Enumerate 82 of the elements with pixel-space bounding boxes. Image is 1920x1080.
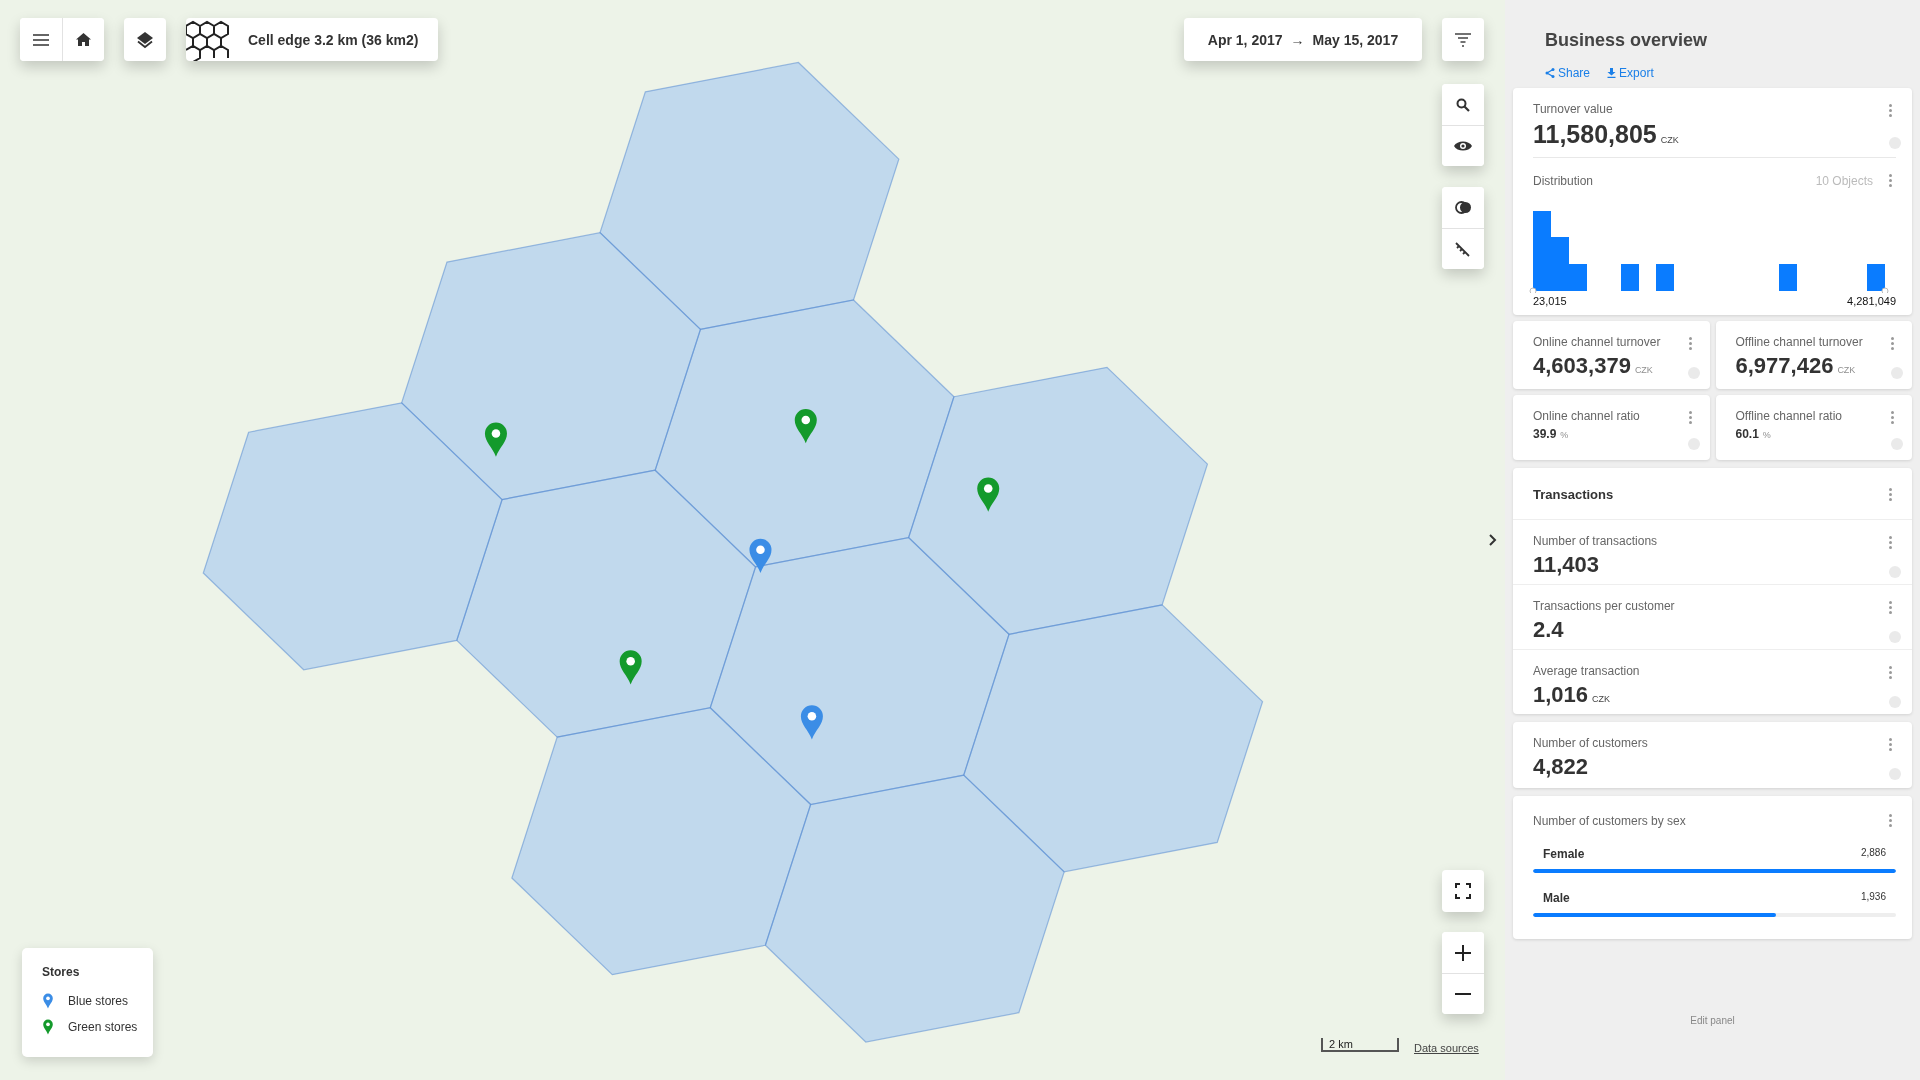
metric-value: 4,603,379 <box>1533 353 1631 379</box>
menu-button[interactable] <box>20 18 62 61</box>
layers-icon <box>136 30 154 49</box>
range-handle[interactable] <box>1881 287 1889 293</box>
group-label: Male <box>1543 891 1570 905</box>
metric-label: Online channel ratio <box>1533 409 1640 423</box>
unit-label: % <box>1560 430 1569 440</box>
plus-icon <box>1455 944 1471 961</box>
search-button[interactable] <box>1442 84 1484 125</box>
layers-button[interactable] <box>124 18 166 61</box>
minus-icon <box>1455 992 1471 996</box>
metric-label: Number of customers by sex <box>1533 813 1687 828</box>
chevron-right-icon <box>1489 534 1497 546</box>
metric-label: Online channel turnover <box>1533 335 1661 349</box>
ruler-button[interactable] <box>1442 228 1484 269</box>
menu-icon <box>33 33 49 46</box>
search-icon <box>1456 97 1470 112</box>
data-sources-link[interactable]: Data sources <box>1414 1042 1479 1054</box>
metric-label: Transactions per customer <box>1533 599 1675 613</box>
panel-title: Business overview <box>1545 30 1709 51</box>
fullscreen-icon <box>1455 883 1471 899</box>
metric-value: 11,580,805 <box>1533 120 1657 149</box>
metric-label: Average transaction <box>1533 664 1640 678</box>
map-pin-icon[interactable] <box>484 422 507 457</box>
metric-value: 11,403 <box>1533 552 1600 578</box>
legend-label: Green stores <box>68 1020 138 1034</box>
section-title: Transactions <box>1533 487 1614 502</box>
range-max-label: 4,281,049 <box>1847 295 1896 307</box>
cell-size-panel[interactable]: Cell edge 3.2 km (36 km2) <box>186 18 439 61</box>
share-icon <box>1545 68 1555 78</box>
export-link[interactable]: Export <box>1607 66 1654 80</box>
metric-label: Offline channel ratio <box>1735 409 1842 423</box>
metric-value: 6,977,426 <box>1735 353 1834 379</box>
home-button[interactable] <box>62 18 104 61</box>
unit-label: CZK <box>1660 135 1679 145</box>
metric-label: Turnover value <box>1533 102 1614 116</box>
date-range-button[interactable]: Apr 1, 2017 → May 15, 2017 <box>1184 18 1422 61</box>
zoom-in-button[interactable] <box>1442 932 1484 973</box>
map-pin-icon[interactable] <box>749 538 772 574</box>
metric-value: 60.1 <box>1735 427 1759 441</box>
eye-icon <box>1454 140 1472 152</box>
metric-value: 1,016 <box>1533 682 1589 708</box>
legend-label: Blue stores <box>68 994 129 1008</box>
group-label: Female <box>1543 847 1585 861</box>
object-count: 10 Objects <box>1815 173 1873 188</box>
eye-button[interactable] <box>1442 125 1484 166</box>
scale-bar: 2 km <box>1321 1038 1399 1052</box>
home-icon <box>76 33 91 46</box>
map-pin-icon[interactable] <box>800 705 823 740</box>
histogram-bar <box>1656 264 1674 291</box>
toggle-button[interactable] <box>1442 187 1484 228</box>
ruler-icon <box>1455 241 1471 257</box>
map-pin-icon[interactable] <box>977 477 1000 512</box>
unit-label: CZK <box>1837 365 1856 375</box>
filter-icon <box>1455 32 1471 47</box>
metric-label: Offline channel turnover <box>1735 335 1863 349</box>
distribution-label: Distribution <box>1533 173 1595 188</box>
map-pin-icon[interactable] <box>794 409 817 444</box>
group-value: 2,886 <box>1860 847 1886 860</box>
range-min-label: 23,015 <box>1533 295 1567 307</box>
map-pin-icon[interactable] <box>619 650 642 685</box>
toggle-icon <box>1454 201 1472 214</box>
fullscreen-button[interactable] <box>1442 870 1484 912</box>
metric-value: 4,822 <box>1533 754 1589 780</box>
metric-value: 2.4 <box>1533 617 1564 643</box>
hexagon-grid-icon <box>186 18 230 61</box>
filter-button[interactable] <box>1442 18 1484 61</box>
metric-label: Number of customers <box>1533 736 1648 750</box>
cell-size-label: Cell edge 3.2 km (36 km2) <box>248 31 419 48</box>
histogram-bar <box>1867 264 1885 291</box>
unit-label: CZK <box>1634 365 1653 375</box>
range-handle[interactable] <box>1529 287 1537 293</box>
metric-value: 39.9 <box>1533 427 1557 441</box>
legend-title: Stores <box>42 965 81 979</box>
download-icon <box>1607 68 1617 78</box>
histogram-bar <box>1621 264 1639 291</box>
histogram-bar <box>1779 264 1797 291</box>
group-value: 1,936 <box>1860 891 1886 904</box>
share-link[interactable]: Share <box>1545 66 1591 80</box>
metric-label: Number of transactions <box>1533 534 1658 548</box>
unit-label: % <box>1762 430 1771 440</box>
unit-label: CZK <box>1592 694 1611 704</box>
